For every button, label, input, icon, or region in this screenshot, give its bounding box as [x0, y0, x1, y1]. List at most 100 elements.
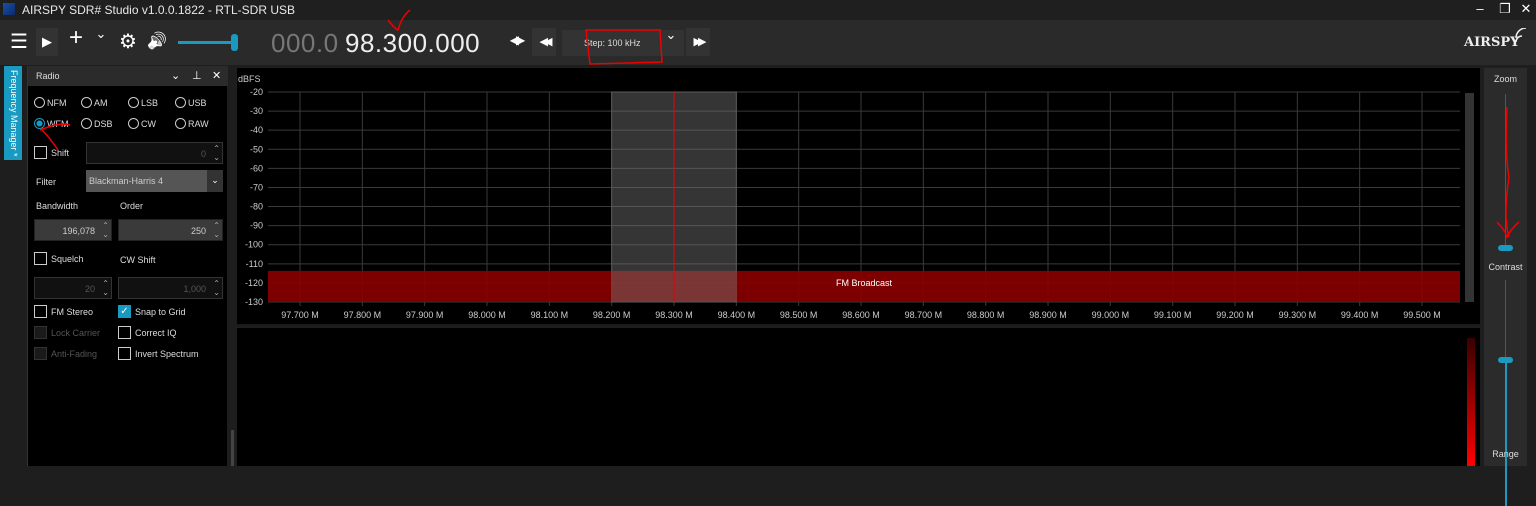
squelch-value: 20 [84, 284, 95, 294]
mode-label: WFM [47, 118, 69, 129]
contrast-slider[interactable] [1505, 280, 1506, 360]
cw-shift-input[interactable]: 1,000 ⌃ ⌄ [118, 277, 223, 299]
lock-carrier-checkbox[interactable]: Lock Carrier [34, 326, 100, 339]
spectrum-display[interactable]: dBFS -20 -30 -40 -50 -60 -70 -80 -90 -100 -110 -120… [237, 68, 1480, 326]
tune-mode-icon[interactable]: ◀▶ [505, 33, 527, 47]
settings-icon[interactable]: ⚙ [116, 29, 140, 54]
radio-panel: Radio ⌄ ⊥ ✕ NFM AM LSB USB WFM DSB CW RAW Shift… [27, 66, 228, 466]
add-dropdown-icon[interactable]: ⌄ [92, 26, 110, 42]
squelch-checkbox[interactable]: Squelch [34, 252, 84, 265]
minimize-button[interactable]: – [1470, 1, 1490, 16]
mode-label: USB [188, 97, 207, 108]
y-tick-label: -110 [246, 259, 263, 269]
play-button[interactable]: ▶ [36, 28, 58, 56]
x-tick-label: 99.100 M [1154, 310, 1192, 320]
add-button[interactable]: + [64, 24, 88, 52]
filter-select[interactable]: Blackman-Harris 4 ⌄ [86, 170, 223, 192]
x-tick-label: 99.200 M [1216, 310, 1254, 320]
x-tick-label: 98.100 M [531, 310, 569, 320]
snap-to-grid-checkbox[interactable]: ✓ Snap to Grid [118, 305, 186, 318]
y-tick-label: -30 [250, 106, 263, 116]
airspy-logo: AIRSPY [1464, 35, 1520, 50]
restore-button[interactable]: ❐ [1495, 1, 1515, 17]
anti-fading-checkbox[interactable]: Anti-Fading [34, 347, 97, 360]
step-dropdown-icon[interactable]: ⌄ [662, 27, 680, 43]
app-icon [3, 3, 15, 15]
y-tick-label: -50 [250, 144, 263, 154]
display-controls-panel: Zoom Contrast Range [1484, 68, 1527, 506]
plot-area [268, 92, 1460, 302]
zoom-slider[interactable] [1505, 94, 1506, 248]
frequency-display-leading[interactable]: 000.0 [271, 28, 339, 59]
radio-panel-header: Radio ⌄ ⊥ ✕ [28, 66, 228, 86]
x-tick-label: 98.200 M [593, 310, 631, 320]
close-button[interactable]: ✕ [1516, 1, 1536, 17]
mode-radio-lsb[interactable]: LSB [128, 97, 158, 108]
y-tick-label: -130 [245, 297, 263, 307]
order-input[interactable]: 250 ⌃ ⌄ [118, 219, 223, 241]
contrast-slider-thumb[interactable] [1498, 357, 1513, 363]
y-tick-label: -60 [250, 163, 263, 173]
invert-spectrum-label: Invert Spectrum [135, 348, 199, 359]
signal-level-bar [1465, 93, 1474, 302]
correct-iq-checkbox[interactable]: Correct IQ [118, 326, 177, 339]
title-bar: AIRSPY SDR# Studio v1.0.0.1822 - RTL-SDR… [0, 0, 1536, 20]
bandwidth-input[interactable]: 196,078 ⌃ ⌄ [34, 219, 112, 241]
contrast-label: Contrast [1488, 262, 1523, 272]
y-tick-label: -20 [250, 87, 263, 97]
radio-circle-icon [128, 97, 139, 108]
shift-input[interactable]: 0 ⌃ ⌄ [86, 142, 223, 164]
x-tick-label: 97.800 M [344, 310, 382, 320]
volume-slider-thumb[interactable] [231, 34, 238, 51]
mode-radio-wfm[interactable]: WFM [34, 118, 69, 129]
pin-icon[interactable]: ⊥ [192, 69, 202, 82]
mode-radio-cw[interactable]: CW [128, 118, 156, 129]
frequency-manager-tab[interactable]: Frequency Manager * [4, 66, 22, 160]
x-tick-label: 99.000 M [1092, 310, 1130, 320]
y-tick-label: -70 [250, 182, 263, 192]
waterfall-color-scale [1467, 338, 1475, 466]
radio-circle-icon [34, 118, 45, 129]
order-label: Order [120, 201, 144, 211]
bandwidth-value: 196,078 [62, 226, 95, 236]
volume-slider[interactable] [178, 34, 238, 51]
invert-spectrum-checkbox[interactable]: Invert Spectrum [118, 347, 199, 360]
radio-circle-icon [81, 118, 92, 129]
panel-scrollbar[interactable] [231, 430, 234, 466]
fm-stereo-checkbox[interactable]: FM Stereo [34, 305, 93, 318]
frequency-display[interactable]: 98.300.000 [345, 28, 480, 59]
y-tick-label: -120 [245, 278, 263, 288]
band-label: FM Broadcast [836, 278, 893, 288]
filter-value: Blackman-Harris 4 [89, 176, 164, 186]
mode-radio-usb[interactable]: USB [175, 97, 207, 108]
cw-shift-value: 1,000 [183, 284, 206, 294]
frequency-manager-tab-label: Frequency Manager * [9, 70, 19, 157]
mode-label: RAW [188, 118, 209, 129]
menu-icon[interactable]: ☰ [6, 29, 32, 54]
toolbar: ☰ ▶ + ⌄ ⚙ 🔊 000.0 98.300.000 ◀▶ ◀◀ Step:… [0, 20, 1536, 65]
squelch-label: Squelch [51, 253, 84, 264]
x-tick-label: 98.600 M [842, 310, 880, 320]
x-tick-label: 99.300 M [1279, 310, 1317, 320]
shift-checkbox[interactable]: Shift [34, 146, 69, 159]
radio-circle-icon [34, 97, 45, 108]
zoom-label: Zoom [1493, 74, 1517, 84]
order-value: 250 [190, 226, 206, 236]
close-panel-icon[interactable]: ✕ [212, 69, 221, 82]
step-forward-button[interactable]: ▶▶ [686, 28, 710, 56]
squelch-input[interactable]: 20 ⌃ ⌄ [34, 277, 112, 299]
x-tick-label: 98.400 M [718, 310, 756, 320]
mode-label: CW [141, 118, 156, 129]
radio-panel-title: Radio [36, 71, 60, 81]
zoom-slider-thumb[interactable] [1498, 245, 1513, 251]
mode-radio-am[interactable]: AM [81, 97, 108, 108]
mode-radio-nfm[interactable]: NFM [34, 97, 67, 108]
waterfall-display[interactable] [237, 328, 1480, 466]
collapse-icon[interactable]: ⌄ [171, 69, 180, 82]
volume-icon[interactable]: 🔊 [144, 31, 170, 51]
mode-radio-raw[interactable]: RAW [175, 118, 209, 129]
step-back-button[interactable]: ◀◀ [532, 28, 556, 56]
x-tick-label: 99.500 M [1403, 310, 1441, 320]
cw-shift-label: CW Shift [120, 255, 156, 265]
mode-radio-dsb[interactable]: DSB [81, 118, 113, 129]
